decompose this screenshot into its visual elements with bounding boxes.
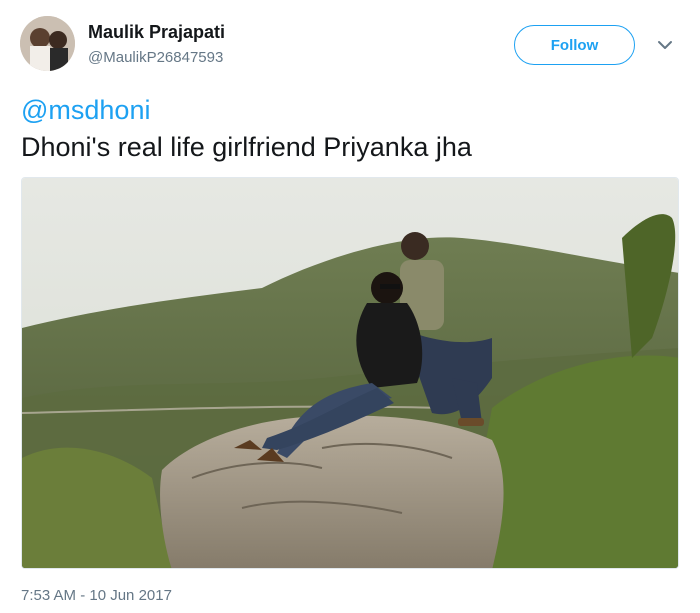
tweet-text: @msdhoni Dhoni's real life girlfriend Pr… [21,92,472,166]
tweet-body: Dhoni's real life girlfriend Priyanka jh… [21,132,472,162]
avatar-image [20,16,75,71]
tweet-timestamp[interactable]: 7:53 AM - 10 Jun 2017 [21,587,172,604]
avatar[interactable] [20,16,75,71]
user-name[interactable]: Maulik Prajapati [88,22,225,43]
user-handle[interactable]: @MaulikP26847593 [88,49,223,66]
tweet-photo[interactable] [21,177,679,569]
chevron-down-icon[interactable] [656,36,674,54]
follow-button[interactable]: Follow [514,25,635,65]
mention-link[interactable]: @msdhoni [21,92,472,129]
photo-illustration [22,178,678,568]
